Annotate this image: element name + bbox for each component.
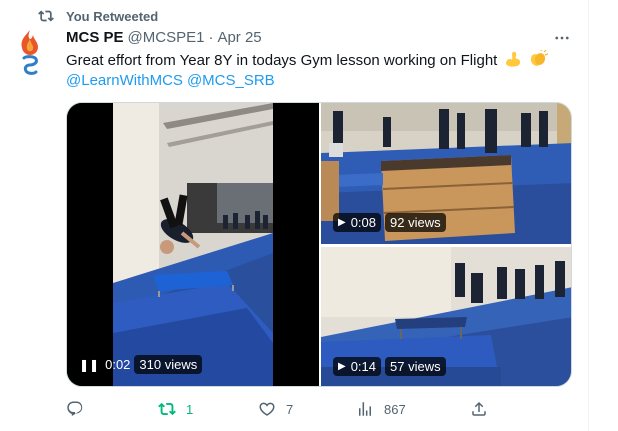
media-grid: ❚❚ 0:02 310 views ▶ 0:08 92 views ▶ 0:14… xyxy=(66,102,572,387)
analytics-icon xyxy=(359,402,371,416)
play-icon[interactable]: ▶ xyxy=(338,361,346,372)
video-time: 0:08 xyxy=(350,215,377,230)
avatar[interactable] xyxy=(16,28,44,76)
view-count-pill: 57 views xyxy=(385,357,446,376)
play-icon[interactable]: ▶ xyxy=(338,217,346,228)
view-count-pill: 92 views xyxy=(385,213,446,232)
reply-button[interactable] xyxy=(66,400,94,418)
mentions-line: @LearnWithMCS @MCS_SRB xyxy=(66,71,566,91)
like-button[interactable]: 7 xyxy=(258,400,293,418)
retweet-context-label: You Retweeted xyxy=(66,8,159,24)
video-time: 0:14 xyxy=(350,359,377,374)
tweet-actions: 1 7 867 xyxy=(66,400,506,420)
video-time: 0:02 xyxy=(105,357,131,372)
more-options-button[interactable] xyxy=(551,30,573,46)
author-name[interactable]: MCS PE xyxy=(66,29,124,46)
video-badge: ❚❚ 0:02 310 views xyxy=(79,355,203,374)
tweet-text: Great effort from Year 8Y in todays Gym … xyxy=(66,50,566,91)
video-badge: ▶ 0:14 57 views xyxy=(333,357,446,376)
heart-icon xyxy=(259,402,275,416)
video-tile[interactable]: ❚❚ 0:02 310 views xyxy=(67,103,319,386)
clapping-hands-icon xyxy=(530,50,548,66)
video-tile[interactable]: ▶ 0:14 57 views xyxy=(321,247,571,386)
mention-link[interactable]: @MCS_SRB xyxy=(187,72,275,89)
header-separator: · xyxy=(208,29,214,46)
view-count: 867 xyxy=(384,401,406,417)
retweet-icon xyxy=(38,10,54,22)
retweet-button[interactable]: 1 xyxy=(158,400,193,418)
video-time-pill: ▶ 0:14 xyxy=(333,357,382,376)
view-count-pill: 310 views xyxy=(134,355,203,374)
more-icon xyxy=(555,36,569,40)
reply-icon xyxy=(67,401,83,417)
like-count: 7 xyxy=(286,401,294,417)
author-handle[interactable]: @MCSPE1 xyxy=(128,29,205,46)
tweet-body: Great effort from Year 8Y in todays Gym … xyxy=(66,52,498,69)
video-tile[interactable]: ▶ 0:08 92 views xyxy=(321,103,571,244)
share-icon xyxy=(472,401,486,416)
retweet-icon xyxy=(158,402,176,416)
tweet-date[interactable]: Apr 25 xyxy=(217,29,261,46)
retweet-count: 1 xyxy=(186,401,194,417)
flexed-biceps-icon xyxy=(505,51,520,67)
views-button[interactable]: 867 xyxy=(356,400,406,418)
video-frame-gym-flip xyxy=(67,103,319,386)
video-time-pill: ▶ 0:08 xyxy=(333,213,382,232)
tweet-header: MCS PE @MCSPE1 · Apr 25 xyxy=(66,29,262,46)
share-button[interactable] xyxy=(470,400,488,418)
video-badge: ▶ 0:08 92 views xyxy=(333,213,446,232)
pause-icon[interactable]: ❚❚ xyxy=(79,358,99,372)
mention-link[interactable]: @LearnWithMCS xyxy=(66,72,183,89)
column-divider xyxy=(588,0,589,431)
